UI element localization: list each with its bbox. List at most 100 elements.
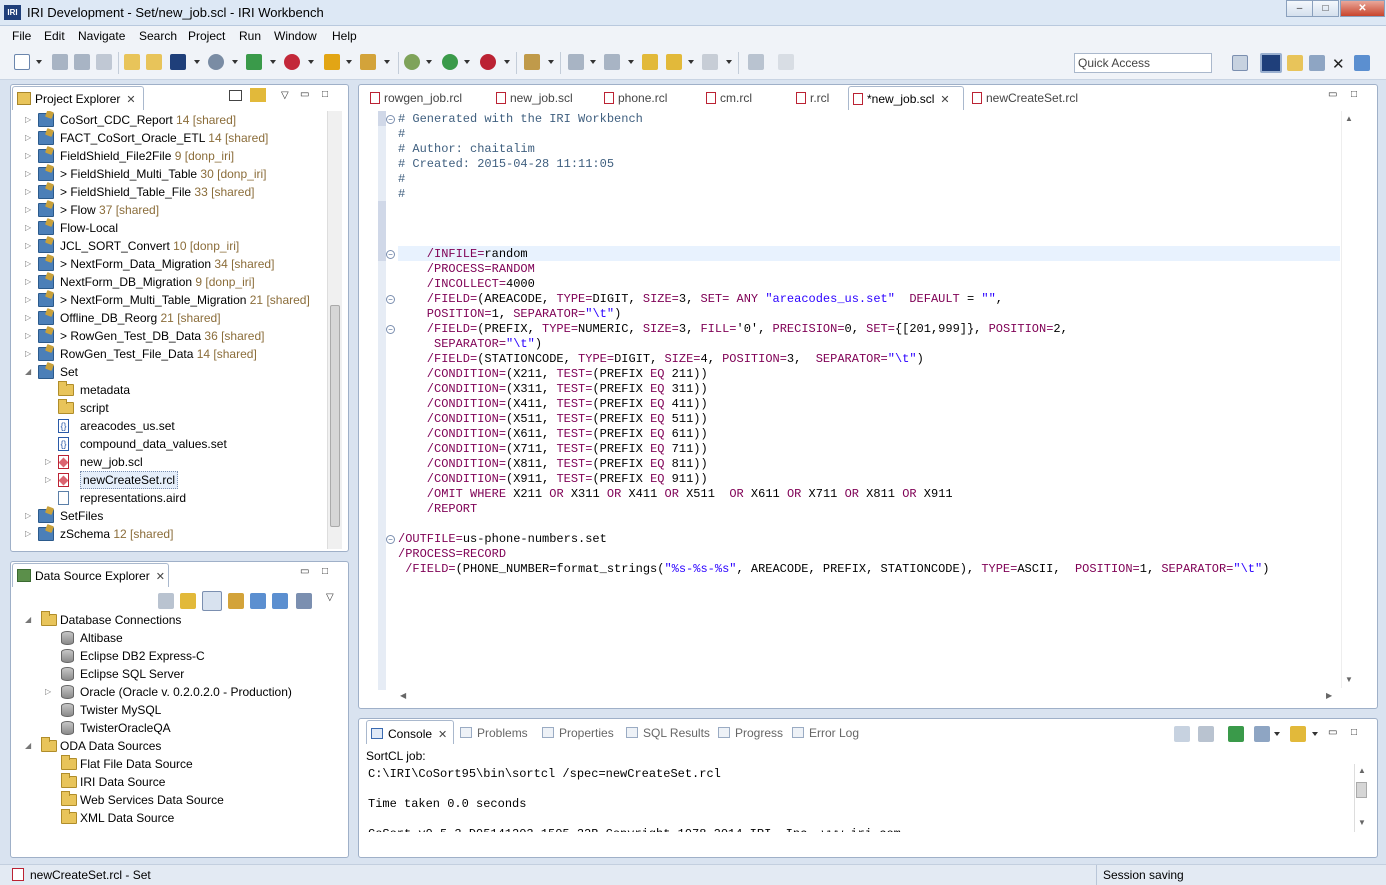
view-menu-icon[interactable]: ▽ [326,592,334,603]
tab-properties[interactable]: Properties [538,720,620,744]
link-with-editor-icon[interactable] [250,88,266,102]
tree-item[interactable]: representations.aird [11,489,327,507]
fold-marker-icon[interactable]: − [386,325,395,334]
minimize-console-icon[interactable]: ▭ [1328,727,1337,738]
tree-item[interactable]: ▷ SetFiles [11,507,327,525]
tree-item[interactable]: ▷ FACT_CoSort_Oracle_ETL 14 [shared] [11,129,327,147]
editor-tab[interactable]: newCreateSet.rcl [968,86,1086,110]
save-icon[interactable] [52,54,68,70]
scroll-lock-icon[interactable] [1198,726,1214,742]
console-scrollbar[interactable]: ▲ ▼ [1354,764,1369,832]
tree-item[interactable]: ▷ Offline_DB_Reorg 21 [shared] [11,309,327,327]
connect-icon[interactable] [208,54,224,70]
tree-item[interactable]: ▷ Oracle (Oracle v. 0.2.0.2.0 - Productio… [11,683,347,701]
project-tree-scrollbar[interactable] [327,111,342,549]
debug-icon[interactable] [404,54,420,70]
tree-item[interactable]: TwisterOracleQA [11,719,347,737]
properties-db-icon[interactable] [296,593,312,609]
tree-item[interactable]: ▷ Flow-Local [11,219,327,237]
expand-arrow-icon[interactable]: ▷ [25,525,31,543]
expand-arrow-icon[interactable]: ▷ [25,129,31,147]
editor-tab[interactable]: new_job.scl [492,86,596,110]
tree-item[interactable]: ▷ new_job.scl [11,453,327,471]
data-icon[interactable] [246,54,262,70]
tab-data-source-explorer[interactable]: Data Source Explorer ✕ [12,563,169,587]
link-icon[interactable] [180,593,196,609]
tree-item[interactable]: ▷ NextForm_DB_Migration 9 [donp_iri] [11,273,327,291]
close-icon[interactable]: ✕ [438,729,447,741]
scrollbar-thumb[interactable] [1356,782,1367,798]
expand-arrow-icon[interactable]: ▷ [25,237,31,255]
tree-item[interactable]: ▷ > Flow 37 [shared] [11,201,327,219]
menu-run[interactable]: Run [239,29,261,43]
expand-arrow-icon[interactable]: ▷ [25,507,31,525]
expand-arrow-icon[interactable]: ▷ [25,345,31,363]
xml-perspective-icon[interactable]: ✕ [1332,55,1345,73]
open-folder-icon[interactable] [124,54,140,70]
tree-item[interactable]: ▷ FieldShield_File2File 9 [donp_iri] [11,147,327,165]
editor-tab[interactable]: r.rcl [792,86,844,110]
tree-item[interactable]: ▷ > FieldShield_Table_File 33 [shared] [11,183,327,201]
code-editor[interactable]: # Generated with the IRI Workbench # # Aut… [398,112,1340,688]
tab-sql-results[interactable]: SQL Results [622,720,716,744]
fold-marker-icon[interactable]: − [386,295,395,304]
editor-tab[interactable]: *new_job.scl ✕ [848,86,964,110]
display-console-icon[interactable] [1254,726,1270,742]
maximize-view-icon[interactable]: □ [322,566,328,577]
external-tools-icon[interactable] [480,54,496,70]
expand-arrow-icon[interactable]: ▷ [25,291,31,309]
collapse-icon[interactable] [158,593,174,609]
export-icon[interactable] [272,593,288,609]
iri-menu-icon[interactable] [170,54,186,70]
expand-arrow-icon[interactable]: ▷ [45,453,51,471]
close-icon[interactable]: ✕ [156,571,165,583]
iri-perspective-icon[interactable] [1260,53,1282,73]
expand-arrow-icon[interactable]: ▷ [25,165,31,183]
minimize-button[interactable]: – [1286,0,1313,17]
editor-horizontal-scrollbar[interactable]: ◀ ▶ [398,689,1340,703]
search-tool-icon[interactable] [524,54,540,70]
expand-arrow-icon[interactable]: ▷ [25,219,31,237]
minimize-view-icon[interactable]: ▭ [300,566,309,577]
tab-error-log[interactable]: Error Log [788,720,865,744]
tree-item[interactable]: ▷ CoSort_CDC_Report 14 [shared] [11,111,327,129]
tree-item[interactable]: ▷ zSchema 12 [shared] [11,525,327,543]
collapse-arrow-icon[interactable]: ◢ [25,611,31,629]
minimize-view-icon[interactable]: ▭ [300,89,309,100]
collapse-arrow-icon[interactable]: ◢ [25,737,31,755]
fold-marker-icon[interactable]: − [386,115,395,124]
prev-annotation-icon[interactable] [604,54,620,70]
tree-item[interactable]: ▷ JCL_SORT_Convert 10 [donp_iri] [11,237,327,255]
view-menu-icon[interactable]: ▽ [281,90,289,101]
scrollbar-thumb[interactable] [330,305,340,527]
tree-item[interactable]: ▷ newCreateSet.rcl [11,471,327,489]
migrate-icon[interactable] [360,54,376,70]
tree-item[interactable]: Web Services Data Source [11,791,347,809]
minimize-editor-icon[interactable]: ▭ [1328,89,1337,100]
close-window-button[interactable]: ✕ [1340,0,1385,17]
maximize-view-icon[interactable]: □ [322,89,328,100]
run-icon[interactable] [442,54,458,70]
tree-item[interactable]: script [11,399,327,417]
close-icon[interactable]: ✕ [126,94,135,106]
fold-marker-icon[interactable]: − [386,250,395,259]
console-output[interactable]: C:\IRI\CoSort95\bin\sortcl /spec=newCrea… [362,764,1355,832]
tree-item[interactable]: Eclipse DB2 Express-C [11,647,347,665]
menu-navigate[interactable]: Navigate [78,29,125,43]
open-project-icon[interactable] [146,54,162,70]
tree-item[interactable]: ▷ RowGen_Test_File_Data 14 [shared] [11,345,327,363]
tab-problems[interactable]: Problems [456,720,534,744]
editor-tab[interactable]: rowgen_job.rcl [366,86,488,110]
pin-editor-icon[interactable] [748,54,764,70]
sun-perspective-icon[interactable] [1309,55,1325,71]
shield-icon[interactable] [324,54,340,70]
tree-item[interactable]: XML Data Source [11,809,347,827]
tree-item[interactable]: Flat File Data Source [11,755,347,773]
connect-db-icon[interactable] [228,593,244,609]
expand-arrow-icon[interactable]: ▷ [25,273,31,291]
tree-item[interactable]: ▷ > RowGen_Test_DB_Data 36 [shared] [11,327,327,345]
expand-arrow-icon[interactable]: ▷ [25,147,31,165]
tree-mode-icon[interactable] [202,591,222,611]
tab-progress[interactable]: Progress [714,720,789,744]
tree-item[interactable]: IRI Data Source [11,773,347,791]
